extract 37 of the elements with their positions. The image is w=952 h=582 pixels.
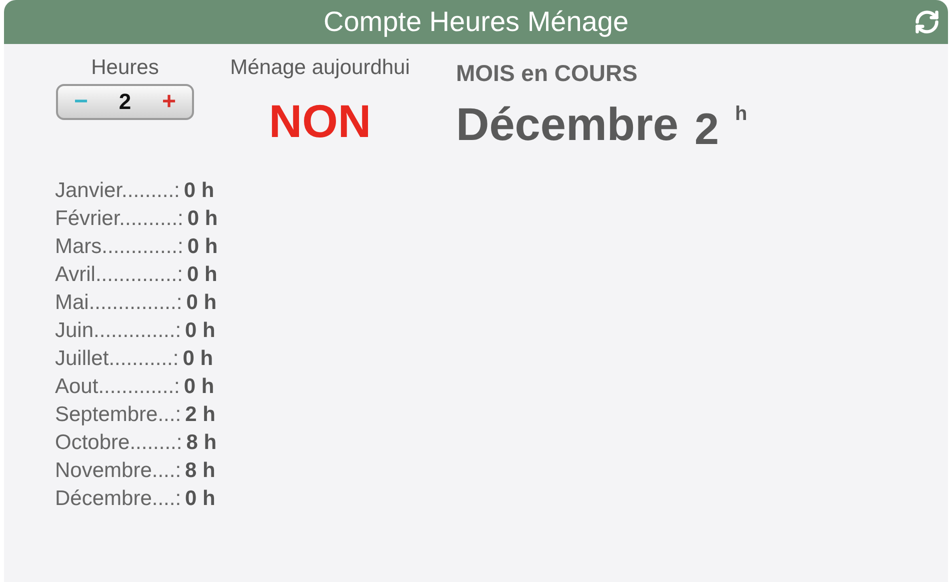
today-label: Ménage aujourdhui <box>230 56 410 80</box>
month-hours: 0 h <box>184 375 214 399</box>
current-hours: 2 <box>694 105 719 155</box>
minus-button[interactable]: − <box>72 90 90 114</box>
month-label: Octobre........: <box>55 431 182 455</box>
month-label: Aout.............: <box>55 375 180 399</box>
month-hours: 0 h <box>182 347 214 371</box>
month-hours: 0 h <box>186 263 218 287</box>
month-hours: 2 h <box>185 403 216 427</box>
month-label: Novembre....: <box>55 459 182 483</box>
refresh-icon[interactable] <box>914 9 940 35</box>
current-month: Décembre <box>456 97 678 151</box>
hours-value: 2 <box>118 89 132 115</box>
month-label: Juillet...........: <box>55 347 179 371</box>
today-status: NON <box>268 94 372 148</box>
plus-button[interactable]: + <box>160 90 178 114</box>
month-label: Mai...............: <box>55 291 182 315</box>
month-hours: 0 h <box>186 291 217 315</box>
month-hours: 0 h <box>187 207 218 231</box>
month-hours: 0 h <box>187 235 218 259</box>
month-label: Décembre....: <box>55 487 182 511</box>
month-hours: 8 h <box>186 431 217 455</box>
month-label: Février..........: <box>55 207 184 231</box>
month-label: Mars.............: <box>55 235 184 259</box>
month-hours: 8 h <box>185 459 216 483</box>
month-hours: 0 h <box>185 487 216 511</box>
window-title: Compte Heures Ménage <box>323 6 629 38</box>
hours-unit: h <box>734 103 748 126</box>
month-label: Juin..............: <box>55 319 182 343</box>
month-hours: 0 h <box>185 319 216 343</box>
hours-label: Heures <box>91 56 159 80</box>
month-hours: 0 h <box>184 179 214 203</box>
month-label: Septembre...: <box>55 403 182 427</box>
month-label: Avril..............: <box>55 263 183 287</box>
hours-stepper[interactable]: − 2 + <box>56 84 194 120</box>
current-month-label: MOIS en COURS <box>456 60 638 87</box>
month-label: Janvier.........: <box>55 179 180 203</box>
